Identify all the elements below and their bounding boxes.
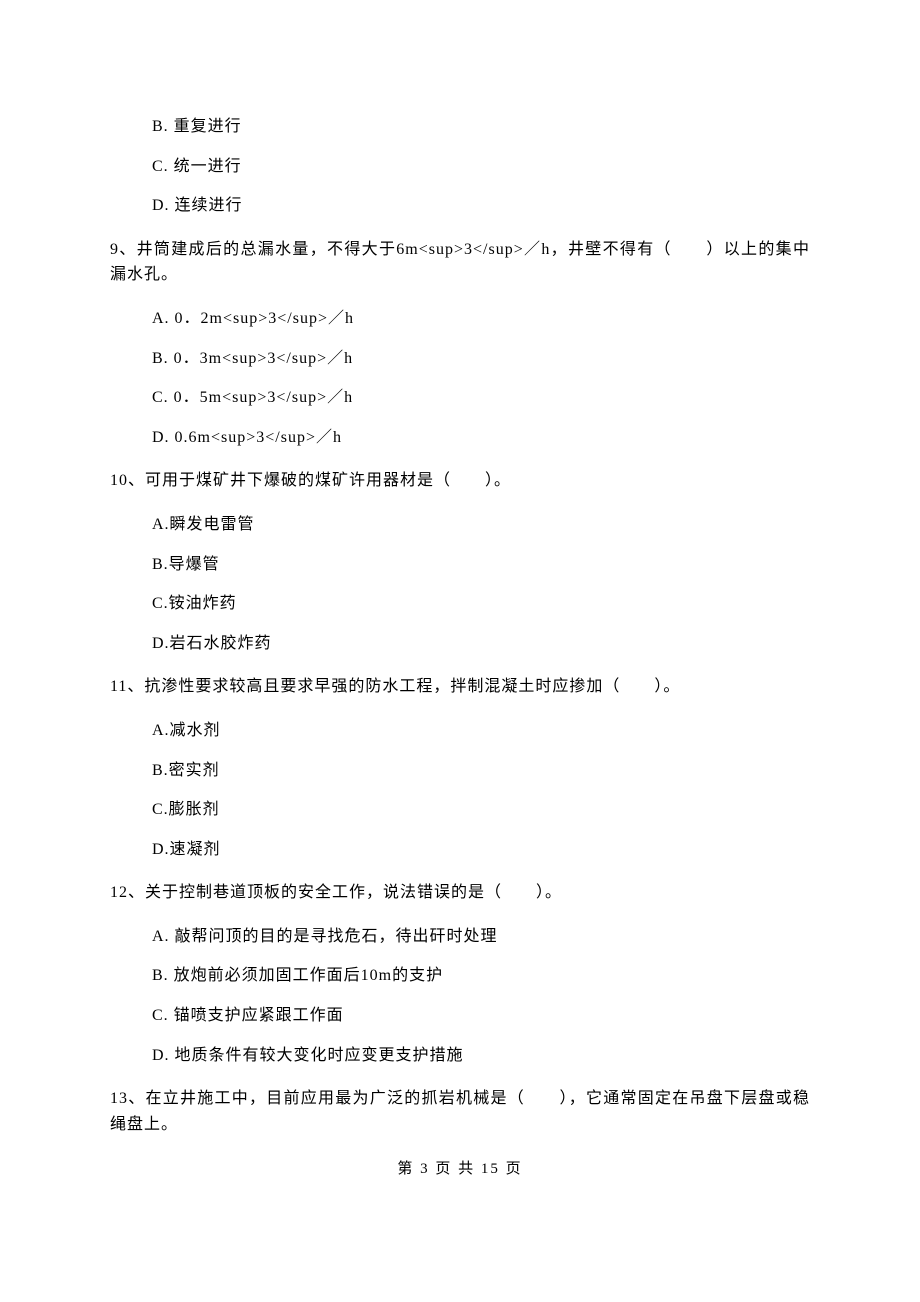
q12-option-d: D. 地质条件有较大变化时应变更支护措施 <box>152 1043 810 1069</box>
document-page: B. 重复进行 C. 统一进行 D. 连续进行 9、井筒建成后的总漏水量，不得大… <box>0 0 920 1221</box>
q10-option-b: B.导爆管 <box>152 552 810 578</box>
q8-option-d: D. 连续进行 <box>152 193 810 219</box>
q9-option-b: B. 0．3m<sup>3</sup>／h <box>152 346 810 372</box>
q12-option-b: B. 放炮前必须加固工作面后10m的支护 <box>152 963 810 989</box>
question-11: 11、抗渗性要求较高且要求早强的防水工程，拌制混凝土时应掺加（ ）。 <box>110 674 810 700</box>
question-13: 13、在立井施工中，目前应用最为广泛的抓岩机械是（ ），它通常固定在吊盘下层盘或… <box>110 1086 810 1137</box>
q8-option-c: C. 统一进行 <box>152 154 810 180</box>
q10-option-c: C.铵油炸药 <box>152 591 810 617</box>
question-9: 9、井筒建成后的总漏水量，不得大于6m<sup>3</sup>／h，井壁不得有（… <box>110 237 810 288</box>
q11-option-d: D.速凝剂 <box>152 837 810 863</box>
q11-option-b: B.密实剂 <box>152 758 810 784</box>
q11-option-c: C.膨胀剂 <box>152 797 810 823</box>
q11-option-a: A.减水剂 <box>152 718 810 744</box>
q9-option-c: C. 0．5m<sup>3</sup>／h <box>152 385 810 411</box>
page-footer: 第 3 页 共 15 页 <box>110 1157 810 1181</box>
q12-option-a: A. 敲帮问顶的目的是寻找危石，待出矸时处理 <box>152 924 810 950</box>
q9-option-d: D. 0.6m<sup>3</sup>／h <box>152 425 810 451</box>
question-12: 12、关于控制巷道顶板的安全工作，说法错误的是（ ）。 <box>110 880 810 906</box>
q9-option-a: A. 0．2m<sup>3</sup>／h <box>152 306 810 332</box>
q12-option-c: C. 锚喷支护应紧跟工作面 <box>152 1003 810 1029</box>
question-10: 10、可用于煤矿井下爆破的煤矿许用器材是（ ）。 <box>110 468 810 494</box>
q8-option-b: B. 重复进行 <box>152 114 810 140</box>
q10-option-a: A.瞬发电雷管 <box>152 512 810 538</box>
q10-option-d: D.岩石水胶炸药 <box>152 631 810 657</box>
